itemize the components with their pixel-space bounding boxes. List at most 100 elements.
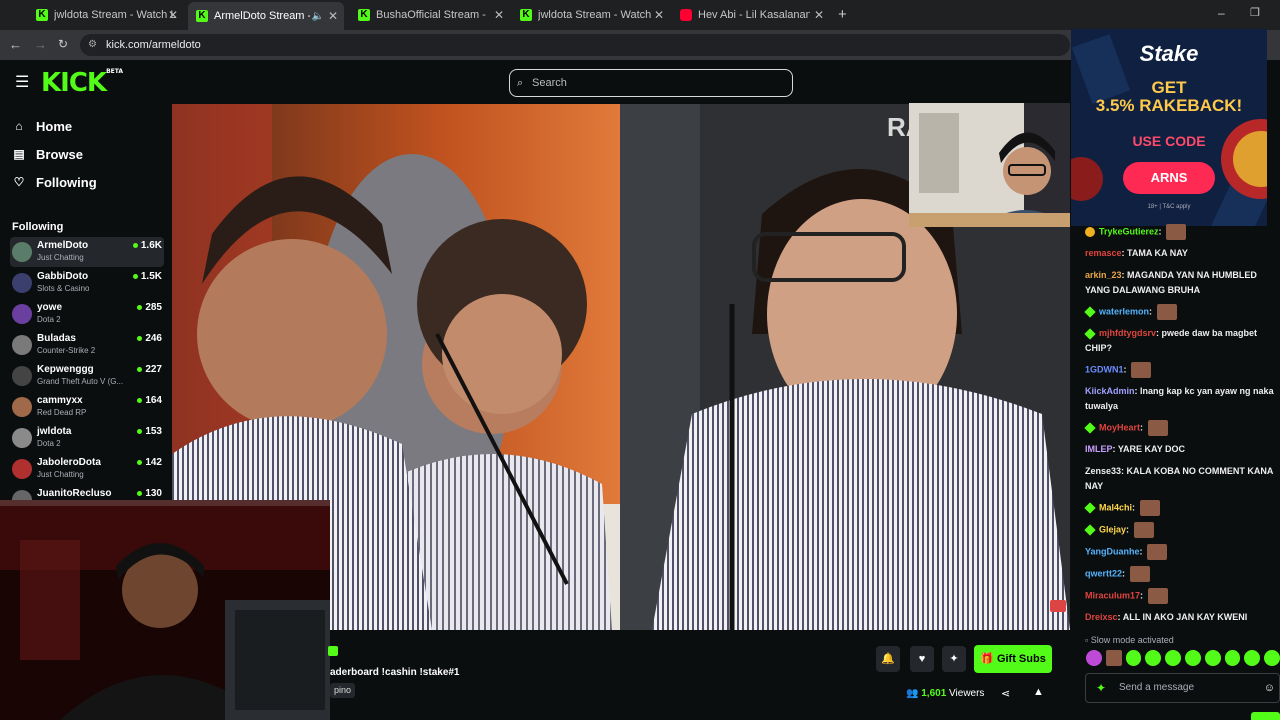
kick-favicon-icon: K bbox=[36, 9, 48, 21]
channel-name: cammyxx bbox=[37, 395, 83, 406]
nav-home[interactable]: ⌂ Home bbox=[12, 116, 72, 136]
chat-text: TAMA KA NAY bbox=[1127, 248, 1188, 258]
close-tab-icon[interactable]: ✕ bbox=[494, 8, 504, 22]
viewer-number: 285 bbox=[145, 302, 162, 313]
url-text: kick.com/armeldoto bbox=[106, 39, 201, 51]
live-dot-icon bbox=[132, 273, 138, 279]
nav-following[interactable]: ♡ Following bbox=[12, 172, 97, 192]
sidebar-channel-item[interactable]: JaboleroDota Just Chatting 142 bbox=[10, 454, 164, 484]
share-icon[interactable]: ⋖ bbox=[1001, 687, 1010, 700]
chat-username[interactable]: TrykeGutierez bbox=[1099, 226, 1159, 236]
close-tab-icon[interactable]: ✕ bbox=[814, 8, 824, 22]
chat-send-button[interactable] bbox=[1251, 712, 1280, 720]
sidebar-channel-item[interactable]: GabbiDoto Slots & Casino 1.5K bbox=[10, 268, 164, 298]
close-tab-icon[interactable]: ✕ bbox=[328, 9, 338, 23]
live-dot-icon bbox=[137, 335, 143, 341]
close-tab-icon[interactable]: ✕ bbox=[654, 8, 664, 22]
logo-text: KICK bbox=[41, 68, 107, 98]
viewer-number: 246 bbox=[145, 333, 162, 344]
minimize-icon[interactable]: – bbox=[1218, 6, 1225, 20]
viewer-count-number: 1,601 bbox=[921, 688, 947, 699]
ad-headline-rakeback: 3.5% RAKEBACK! bbox=[1095, 96, 1243, 115]
sidebar-channel-item[interactable]: ArmelDoto Just Chatting 1.6K bbox=[10, 237, 164, 267]
emote-icon[interactable] bbox=[1264, 650, 1280, 666]
emote-icon bbox=[1147, 544, 1168, 560]
channel-name: jwldota bbox=[37, 426, 72, 437]
sidebar-channel-item[interactable]: Buladas Counter-Strike 2 246 bbox=[10, 330, 164, 360]
browser-tab-5[interactable]: Hev Abi - Lil Kasalanan Shortie ✕ bbox=[672, 4, 830, 26]
viewer-number: 1.6K bbox=[140, 240, 162, 251]
browser-tab-2[interactable]: K ArmelDoto Stream - Watch 🔈 ✕ bbox=[188, 2, 344, 30]
chat-message: 1GDWN1: bbox=[1085, 362, 1277, 378]
chat-username[interactable]: YangDuanhe bbox=[1085, 546, 1140, 556]
chat-username[interactable]: KiickAdmin bbox=[1085, 386, 1135, 396]
viewer-number: 153 bbox=[145, 426, 162, 437]
emote-icon[interactable] bbox=[1184, 650, 1201, 666]
chat-username[interactable]: MoyHeart bbox=[1099, 422, 1140, 432]
emote-icon[interactable] bbox=[1204, 650, 1221, 666]
audio-icon[interactable]: 🔈 bbox=[312, 11, 324, 22]
chat-username[interactable]: Miraculum17 bbox=[1085, 590, 1140, 600]
emote-icon[interactable] bbox=[1145, 650, 1162, 666]
kick-logo[interactable]: KICKBETA bbox=[41, 68, 123, 98]
search-input[interactable]: ⌕ Search bbox=[509, 69, 793, 97]
report-icon[interactable]: ▲ bbox=[1033, 686, 1044, 698]
notification-bell-button[interactable]: 🔔 bbox=[876, 646, 900, 672]
viewer-number: 142 bbox=[145, 457, 162, 468]
emoji-picker-icon[interactable]: ☺ bbox=[1264, 674, 1275, 702]
sparkle-button[interactable]: ✦ bbox=[942, 646, 966, 672]
sidebar-channel-item[interactable]: yowe Dota 2 285 bbox=[10, 299, 164, 329]
new-tab-icon[interactable]: + bbox=[838, 6, 847, 23]
close-tab-icon[interactable]: ✕ bbox=[168, 8, 178, 22]
nav-browse[interactable]: ▤ Browse bbox=[12, 144, 83, 164]
emote-icon[interactable] bbox=[1224, 650, 1241, 666]
ad-code-button[interactable]: ARNS bbox=[1123, 162, 1215, 194]
chat-username[interactable]: Dreixsc bbox=[1085, 612, 1118, 622]
viewer-number: 1.5K bbox=[140, 271, 162, 282]
subscriber-badge-icon bbox=[1084, 524, 1096, 536]
stream-tag[interactable]: pino bbox=[330, 683, 356, 698]
browser-tab-1[interactable]: K jwldota Stream - Watch Live on ✕ bbox=[28, 4, 184, 26]
menu-icon[interactable]: ☰ bbox=[15, 72, 29, 92]
channel-name: ArmelDoto bbox=[37, 240, 89, 251]
chat-username[interactable]: Zense33 bbox=[1085, 466, 1121, 476]
chat-username[interactable]: Glejay bbox=[1099, 524, 1126, 534]
channel-viewers: 130 bbox=[137, 488, 162, 499]
gift-subs-button[interactable]: 🎁 Gift Subs bbox=[974, 645, 1052, 673]
stake-ad-banner[interactable]: Stake GET 3.5% RAKEBACK! USE CODE ARNS 1… bbox=[1071, 29, 1267, 226]
channel-category: Dota 2 bbox=[37, 439, 61, 448]
chat-username[interactable]: mjhfdtygdsrv bbox=[1099, 328, 1156, 338]
maximize-icon[interactable]: ❐ bbox=[1250, 6, 1260, 19]
chat-message-input[interactable]: ✦ Send a message ☺ bbox=[1085, 673, 1280, 703]
browser-tab-4[interactable]: K jwldota Stream - Watch Live on ✕ bbox=[512, 4, 670, 26]
chat-text: YARE KAY DOC bbox=[1117, 444, 1186, 454]
emote-icon[interactable] bbox=[1086, 650, 1102, 666]
chat-username[interactable]: qwertt22 bbox=[1085, 568, 1122, 578]
home-icon: ⌂ bbox=[15, 119, 23, 133]
sidebar-channel-item[interactable]: cammyxx Red Dead RP 164 bbox=[10, 392, 164, 422]
emote-icon[interactable] bbox=[1165, 650, 1181, 666]
browser-tab-3[interactable]: K BushaOfficial Stream - Watch Li ✕ bbox=[350, 4, 510, 26]
channel-name: JuanitoReclusо bbox=[37, 488, 112, 499]
back-icon[interactable]: ← bbox=[9, 37, 22, 52]
browse-icon: ▤ bbox=[13, 147, 25, 161]
chat-username[interactable]: IMLEP bbox=[1085, 444, 1113, 454]
chat-username[interactable]: Mal4chi bbox=[1099, 502, 1132, 512]
emote-icon bbox=[1156, 304, 1177, 320]
site-info-icon[interactable]: ⚙ bbox=[88, 34, 97, 56]
emote-icon[interactable] bbox=[1125, 650, 1142, 666]
emote-icon[interactable] bbox=[1244, 650, 1261, 666]
chat-username[interactable]: waterlemon bbox=[1099, 306, 1149, 316]
sidebar-channel-item[interactable]: Kepwenggg Grand Theft Auto V (G... 227 bbox=[10, 361, 164, 391]
emote-icon[interactable] bbox=[1105, 650, 1122, 666]
chat-username[interactable]: 1GDWN1 bbox=[1085, 364, 1124, 374]
nav-label: Following bbox=[36, 174, 97, 190]
url-field[interactable]: ⚙ kick.com/armeldoto bbox=[80, 34, 1070, 56]
chat-username[interactable]: remasce bbox=[1085, 248, 1122, 258]
chat-username[interactable]: arkin_23 bbox=[1085, 270, 1122, 280]
sidebar-channel-item[interactable]: jwldota Dota 2 153 bbox=[10, 423, 164, 453]
live-dot-icon bbox=[137, 397, 143, 403]
reload-icon[interactable]: ↻ bbox=[58, 37, 68, 51]
forward-icon[interactable]: → bbox=[34, 37, 47, 52]
follow-heart-button[interactable]: ♥ bbox=[910, 646, 934, 672]
